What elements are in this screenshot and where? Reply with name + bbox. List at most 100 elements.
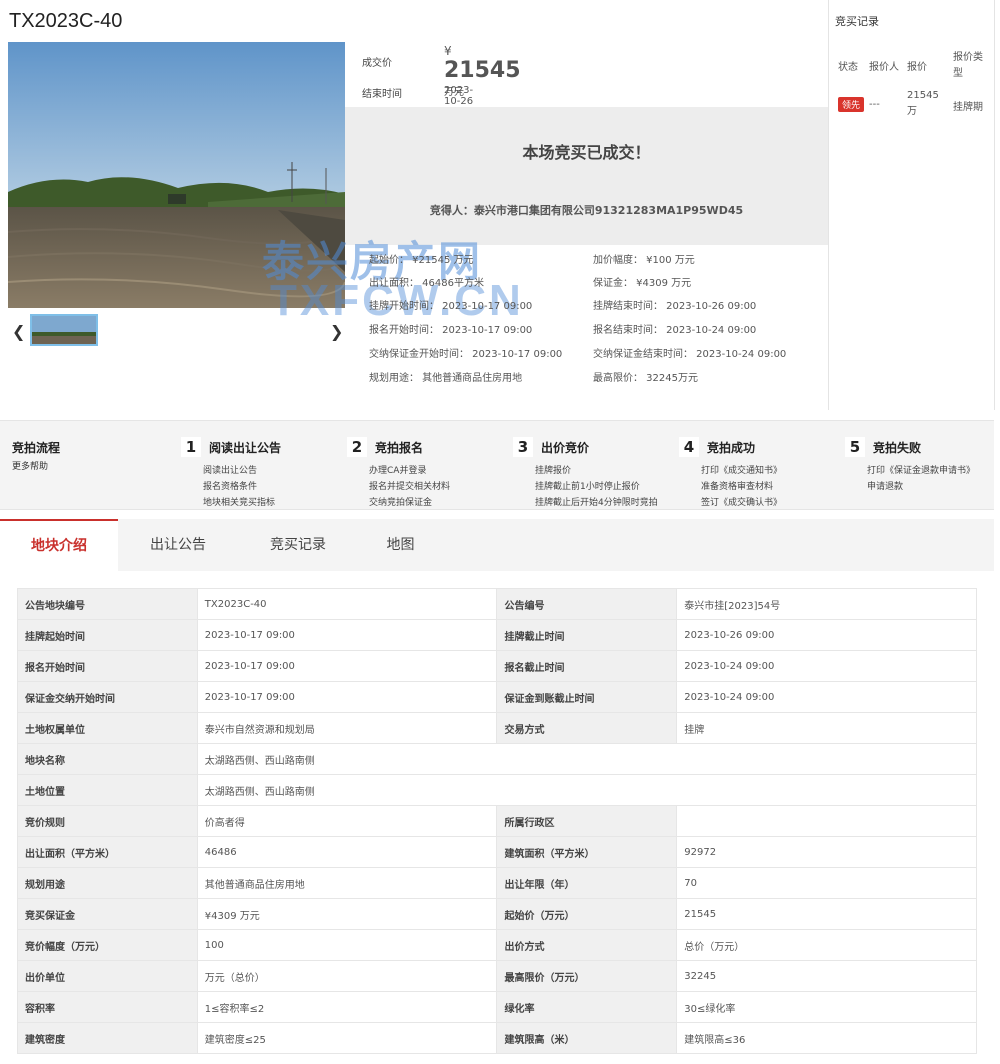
land-photo[interactable]	[8, 42, 345, 308]
table-row: 竞价规则 价高者得 所属行政区	[17, 805, 977, 837]
field-value: 建筑限高≤36	[676, 1022, 977, 1054]
lot-detail-table: 公告地块编号 TX2023C-40 公告编号 泰兴市挂[2023]54号 挂牌起始时间 2…	[17, 588, 978, 1054]
field-label: 出让年限（年）	[496, 867, 678, 899]
field-value: 2023-10-24 09:00	[676, 650, 977, 682]
field-value: 2023-10-26 09:00	[676, 619, 977, 651]
step-link[interactable]: 打印《成交通知书》	[701, 463, 782, 476]
field-label: 所属行政区	[496, 805, 678, 837]
step-link[interactable]: 办理CA并登录	[369, 463, 426, 476]
summary-right-item: 最高限价： 32245万元	[593, 373, 698, 384]
bid-record-panel: 竞买记录 状态 报价人 报价 报价类型 领先 --- 21545万 挂牌期	[828, 0, 995, 410]
table-row: 容积率 1≤容积率≤2 绿化率 30≤绿化率	[17, 991, 977, 1023]
field-label: 竞价幅度（万元）	[17, 929, 198, 961]
field-label: 出价方式	[496, 929, 678, 961]
field-value: 2023-10-17 09:00	[196, 681, 498, 713]
step-link[interactable]: 阅读出让公告	[203, 463, 257, 476]
step-link[interactable]: 挂牌截止后开始4分钟限时竞拍	[535, 495, 658, 508]
field-label: 土地权属单位	[17, 712, 198, 744]
summary-right-item: 报名结束时间： 2023-10-24 09:00	[593, 325, 757, 336]
field-label: 报名截止时间	[496, 650, 678, 682]
table-row: 挂牌起始时间 2023-10-17 09:00 挂牌截止时间 2023-10-26 0…	[17, 619, 977, 651]
field-label: 地块名称	[17, 743, 198, 775]
step-number: 3	[513, 437, 533, 457]
step-link[interactable]: 准备资格审查材料	[701, 479, 773, 492]
chevron-left-icon[interactable]: ❮	[12, 322, 25, 341]
field-value: ¥4309 万元	[196, 898, 498, 930]
chevron-right-icon[interactable]: ❯	[330, 322, 343, 341]
field-label: 竞价规则	[17, 805, 198, 837]
summary-right-item: 交纳保证金结束时间： 2023-10-24 09:00	[593, 349, 787, 360]
step-title: 竞拍失败	[873, 441, 922, 455]
field-value: 太湖路西侧、西山路南侧	[196, 743, 978, 775]
table-row: 建筑密度 建筑密度≤25 建筑限高（米） 建筑限高≤36	[17, 1022, 977, 1054]
field-value: 32245	[676, 960, 977, 992]
step-link[interactable]: 签订《成交确认书》	[701, 495, 782, 508]
step-link[interactable]: 交纳竞拍保证金	[369, 495, 432, 508]
bid-header-type: 报价类型	[953, 52, 983, 79]
step-link[interactable]: 报名资格条件	[203, 479, 257, 492]
field-value: 1≤容积率≤2	[196, 991, 498, 1023]
deal-price-label: 成交价	[362, 58, 392, 69]
field-label: 保证金交纳开始时间	[17, 681, 198, 713]
result-title: 本场竞买已成交！	[522, 143, 651, 162]
field-value: 其他普通商品住房用地	[196, 867, 498, 899]
step-link[interactable]: 挂牌报价	[535, 463, 571, 476]
step-title: 竞拍报名	[375, 441, 424, 455]
table-row: 规划用途 其他普通商品住房用地 出让年限（年） 70	[17, 867, 977, 899]
winner-text: 竞得人：泰兴市港口集团有限公司91321283MA1P95WD45	[429, 204, 744, 217]
thumbnail-image[interactable]	[30, 314, 98, 346]
tab-announcement[interactable]: 出让公告	[118, 519, 238, 571]
process-title: 竞拍流程	[12, 441, 61, 455]
tab-lot-intro[interactable]: 地块介绍	[0, 519, 118, 571]
field-label: 建筑密度	[17, 1022, 198, 1054]
table-row: 竞买保证金 ¥4309 万元 起始价（万元） 21545	[17, 898, 977, 930]
step-link[interactable]: 打印《保证金退款申请书》	[867, 463, 975, 476]
field-label: 起始价（万元）	[496, 898, 678, 930]
bid-record-title: 竞买记录	[835, 15, 879, 28]
field-label: 建筑限高（米）	[496, 1022, 678, 1054]
summary-left-item: 规划用途： 其他普通商品住房用地	[369, 373, 523, 384]
field-label: 出让面积（平方米）	[17, 836, 198, 868]
field-label: 交易方式	[496, 712, 678, 744]
bid-header-bidder: 报价人	[869, 62, 899, 73]
summary-left-item: 出让面积： 46486平方米	[369, 278, 484, 289]
field-value: 92972	[676, 836, 977, 868]
field-value: 泰兴市挂[2023]54号	[676, 588, 977, 620]
field-value: TX2023C-40	[196, 588, 498, 620]
field-value: 挂牌	[676, 712, 977, 744]
field-label: 公告编号	[496, 588, 678, 620]
step-link[interactable]: 申请退款	[867, 479, 903, 492]
field-label: 出价单位	[17, 960, 198, 992]
table-row: 出让面积（平方米） 46486 建筑面积（平方米） 92972	[17, 836, 977, 868]
table-row: 土地权属单位 泰兴市自然资源和规划局 交易方式 挂牌	[17, 712, 977, 744]
step-title: 出价竞价	[541, 441, 590, 455]
step-link[interactable]: 挂牌截止前1小时停止报价	[535, 479, 640, 492]
step-number: 2	[347, 437, 367, 457]
tab-bid-records[interactable]: 竞买记录	[238, 519, 358, 571]
more-help-link[interactable]: 更多帮助	[12, 459, 48, 472]
table-row: 保证金交纳开始时间 2023-10-17 09:00 保证金到账截止时间 2023-1…	[17, 681, 977, 713]
field-value: 46486	[196, 836, 498, 868]
step-number: 1	[181, 437, 201, 457]
field-label: 公告地块编号	[17, 588, 198, 620]
field-value: 价高者得	[196, 805, 498, 837]
table-row: 竞价幅度（万元） 100 出价方式 总价（万元）	[17, 929, 977, 961]
end-time-label: 结束时间	[362, 89, 402, 100]
currency-symbol: ¥	[444, 44, 452, 58]
table-row: 地块名称 太湖路西侧、西山路南侧	[17, 743, 978, 775]
step-link[interactable]: 地块相关竞买指标	[203, 495, 275, 508]
table-row: 土地位置 太湖路西侧、西山路南侧	[17, 774, 978, 806]
summary-left-item: 起始价： ¥21545 万元	[369, 255, 474, 266]
lead-status-badge: 领先	[838, 97, 865, 112]
field-label: 竞买保证金	[17, 898, 198, 930]
field-value: 70	[676, 867, 977, 899]
field-value: 万元（总价）	[196, 960, 498, 992]
tab-map[interactable]: 地图	[358, 519, 443, 571]
table-row: 报名开始时间 2023-10-17 09:00 报名截止时间 2023-10-24 0…	[17, 650, 977, 682]
step-number: 4	[679, 437, 699, 457]
field-value: 总价（万元）	[676, 929, 977, 961]
field-label: 绿化率	[496, 991, 678, 1023]
field-value: 太湖路西侧、西山路南侧	[196, 774, 978, 806]
step-link[interactable]: 报名并提交相关材料	[369, 479, 450, 492]
field-value: 30≤绿化率	[676, 991, 977, 1023]
